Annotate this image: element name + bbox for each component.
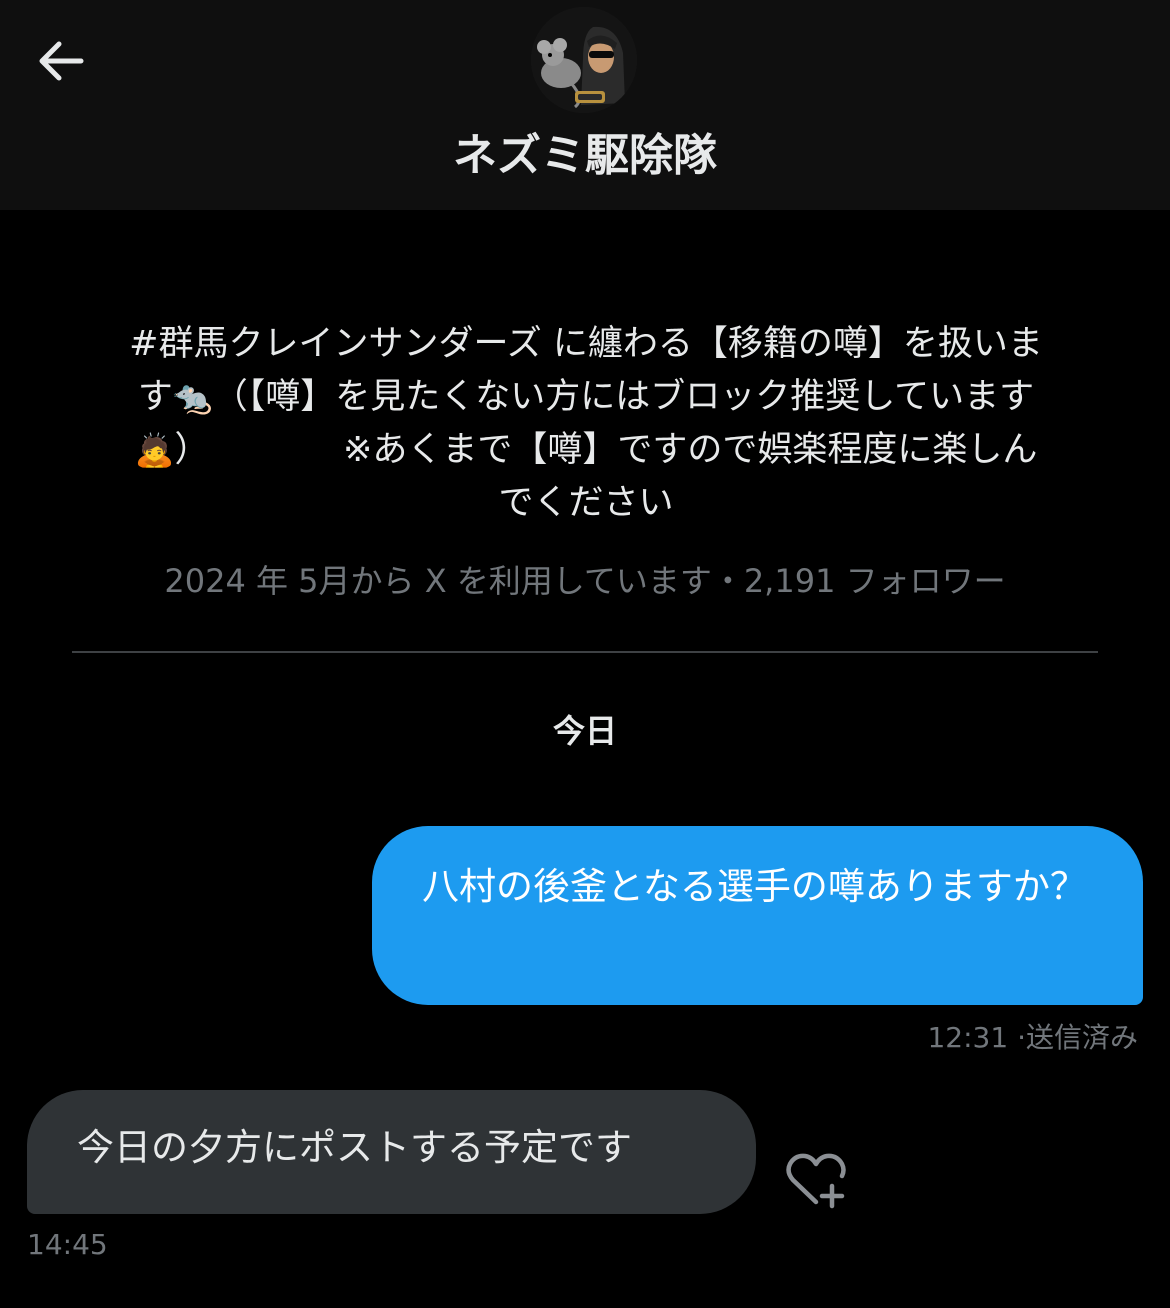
back-button[interactable] bbox=[28, 28, 94, 94]
incoming-message[interactable]: 今日の夕方にポストする予定です bbox=[27, 1090, 756, 1214]
date-separator: 今日 bbox=[552, 712, 617, 750]
arrow-left-icon bbox=[39, 41, 84, 81]
add-reaction-heart-icon bbox=[786, 1153, 846, 1209]
outgoing-message-status: ·送信済み bbox=[1017, 1021, 1138, 1054]
profile-bio: #群馬クレインサンダーズ に纏わる【移籍の噂】を扱いま す🐀（【噂】を見たくない… bbox=[76, 318, 1096, 530]
outgoing-message-text: 八村の後釜となる選手の噂ありますか？ bbox=[422, 865, 1087, 908]
conversation-header: ネズミ駆除隊 bbox=[0, 0, 1170, 210]
bio-line-4: でください bbox=[498, 483, 674, 523]
incoming-message-time: 14:45 bbox=[27, 1228, 108, 1261]
bio-line-2-end: （【噂】を見たくない方にはブロック推奨しています bbox=[212, 377, 1035, 417]
add-reaction-button[interactable] bbox=[784, 1150, 850, 1210]
profile-avatar[interactable] bbox=[531, 7, 637, 113]
outgoing-message[interactable]: 八村の後釜となる選手の噂ありますか？ bbox=[372, 826, 1143, 1005]
bowing-person-emoji-icon: 🙇 bbox=[134, 431, 175, 469]
rat-emoji-icon: 🐀 bbox=[172, 378, 213, 416]
chat-title: ネズミ駆除隊 bbox=[453, 130, 717, 181]
incoming-message-text: 今日の夕方にポストする予定です bbox=[77, 1126, 632, 1169]
profile-join-and-followers: 2024 年 5月から X を利用しています・2,191 フォロワー bbox=[164, 562, 1006, 600]
bio-line-3-start: ） bbox=[174, 430, 210, 470]
bio-line-1: #群馬クレインサンダーズ に纏わる【移籍の噂】を扱いま bbox=[129, 324, 1043, 364]
outgoing-message-meta: 12:31 ·送信済み bbox=[927, 1018, 1138, 1058]
outgoing-message-time: 12:31 bbox=[927, 1021, 1009, 1054]
bio-line-2-start: す bbox=[137, 377, 173, 417]
divider bbox=[72, 651, 1098, 653]
profile-avatar-rat-icon bbox=[531, 7, 637, 113]
bio-line-3-end: ※あくまで【噂】ですので娯楽程度に楽しん bbox=[343, 430, 1038, 470]
